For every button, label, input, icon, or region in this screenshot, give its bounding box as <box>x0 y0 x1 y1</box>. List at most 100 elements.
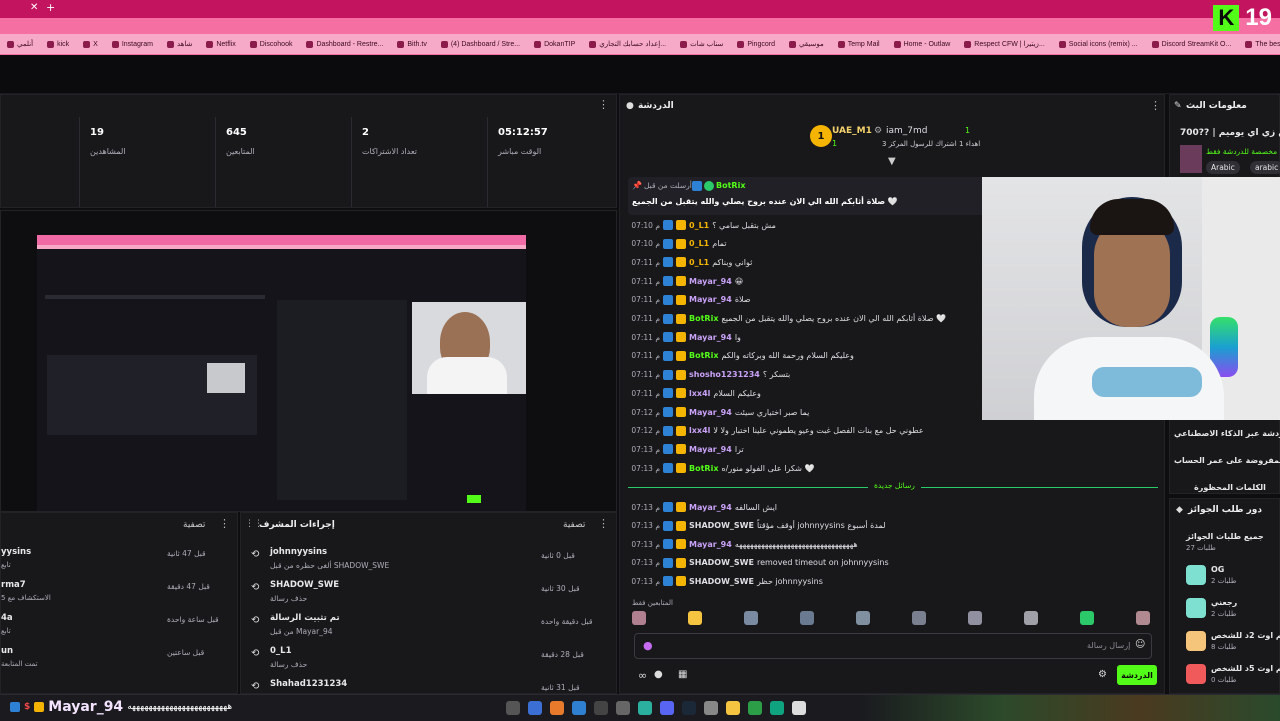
message-username[interactable]: 0_L1 <box>689 221 709 230</box>
chat-send-button[interactable]: الدردشة <box>1117 665 1157 685</box>
bookmark-item[interactable]: The best streaming... <box>1238 40 1280 48</box>
bookmark-item[interactable]: شاهد <box>160 40 199 48</box>
message-username[interactable]: Mayar_94 <box>689 408 732 417</box>
new-tab-icon[interactable]: + <box>46 1 55 14</box>
chat-input[interactable]: ● إرسال رسالة ☺ <box>634 633 1152 659</box>
feed-user[interactable]: 4a <box>1 613 13 623</box>
message-username[interactable]: SHADOW_SWE <box>689 558 754 567</box>
mod-action-user[interactable]: SHADOW_SWE <box>270 580 339 590</box>
message-username[interactable]: BotRix <box>689 351 718 360</box>
viewer-avatar[interactable] <box>1080 611 1094 625</box>
shop-icon[interactable]: ▦ <box>678 669 687 680</box>
bookmark-item[interactable]: X <box>76 40 105 48</box>
message-username[interactable]: Mayar_94 <box>689 503 732 512</box>
message-username[interactable]: Mayar_94 <box>689 540 732 549</box>
app-icon[interactable] <box>550 701 564 715</box>
viewer-avatar[interactable] <box>1024 611 1038 625</box>
message-username[interactable]: Mayar_94 <box>689 295 732 304</box>
bookmark-item[interactable]: إعداد حسابك التجاري... <box>582 40 673 48</box>
viewer-avatar[interactable] <box>1136 611 1150 625</box>
tag-chip[interactable]: arabic <box>1250 161 1280 174</box>
message-username[interactable]: BotRix <box>689 464 718 473</box>
folder-icon[interactable] <box>726 701 740 715</box>
bookmark-item[interactable]: Respect CFW | زيتيرا... <box>957 40 1052 48</box>
viewer-avatar[interactable] <box>856 611 870 625</box>
message-username[interactable]: BotRix <box>689 314 718 323</box>
more-options-icon[interactable]: ⋮ <box>1150 99 1161 112</box>
message-username[interactable]: shosho1231234 <box>689 370 760 379</box>
app-icon[interactable] <box>638 701 652 715</box>
discord-icon[interactable] <box>660 701 674 715</box>
search-icon[interactable] <box>506 701 520 715</box>
grip-icon[interactable]: ⋮⋮ <box>245 519 263 529</box>
message-username[interactable]: lxx4l <box>689 426 710 435</box>
pinned-user[interactable]: BotRix <box>716 181 745 190</box>
viewer-avatar[interactable] <box>968 611 982 625</box>
more-options-icon[interactable]: ⋮ <box>219 517 230 530</box>
bookmark-item[interactable]: موسيقي <box>782 40 831 48</box>
app-icon[interactable] <box>748 701 762 715</box>
more-options-icon[interactable]: ⋮ <box>598 517 609 530</box>
vscode-icon[interactable] <box>572 701 586 715</box>
users-icon[interactable]: ● <box>654 669 663 680</box>
bookmark-item[interactable]: Social icons (remix) ... <box>1052 40 1145 48</box>
steam-icon[interactable] <box>682 701 696 715</box>
bookmark-item[interactable]: DokanTIP <box>527 40 582 48</box>
reward-name[interactable]: تكلم اوت 5د للشخص <box>1211 664 1280 673</box>
bookmark-item[interactable]: سناب شات <box>673 40 730 48</box>
feed-user[interactable]: un <box>1 646 13 656</box>
bookmark-item[interactable]: Discord StreamKit O... <box>1145 40 1239 48</box>
bookmark-item[interactable]: Instagram <box>105 40 160 48</box>
bookmark-item[interactable]: (4) Dashboard / Stre... <box>434 40 527 48</box>
message-username[interactable]: 0_L1 <box>689 239 709 248</box>
more-options-icon[interactable]: ⋮ <box>598 98 609 111</box>
bookmark-item[interactable]: Home - Outlaw <box>887 40 958 48</box>
top-leader-name[interactable]: UAE_M1 <box>832 126 872 136</box>
app-icon[interactable] <box>594 701 608 715</box>
emoji-icon[interactable]: ☺ <box>1135 639 1145 650</box>
app-icon[interactable] <box>704 701 718 715</box>
settings-gear-icon[interactable]: ⚙ <box>1098 669 1107 680</box>
message-username[interactable]: SHADOW_SWE <box>689 577 754 586</box>
bookmark-item[interactable]: Bith.tv <box>390 40 433 48</box>
message-username[interactable]: Mayar_94 <box>689 277 732 286</box>
mod-action-user[interactable]: Shahad1231234 <box>270 679 347 689</box>
filter-button[interactable]: تصفية <box>563 520 585 530</box>
message-username[interactable]: Mayar_94 <box>689 445 732 454</box>
bookmark-item[interactable]: Temp Mail <box>831 40 887 48</box>
feed-user[interactable]: yysins <box>1 547 31 557</box>
message-username[interactable]: lxx4l <box>689 389 710 398</box>
mic-icon[interactable]: ● <box>643 639 653 652</box>
message-username[interactable]: Mayar_94 <box>689 333 732 342</box>
viewer-avatar[interactable] <box>688 611 702 625</box>
viewer-avatar[interactable] <box>632 611 646 625</box>
settings-icon[interactable] <box>792 701 806 715</box>
viewer-avatar[interactable] <box>800 611 814 625</box>
mod-action-user[interactable]: تم تثبيت الرسالة <box>270 613 340 623</box>
tag-chip[interactable]: Arabic <box>1206 161 1240 174</box>
feed-user[interactable]: rma7 <box>1 580 26 590</box>
infinity-icon[interactable]: ∞ <box>638 669 647 682</box>
bookmark-item[interactable]: Discohook <box>243 40 300 48</box>
reward-name[interactable]: OG <box>1211 565 1224 574</box>
reward-name[interactable]: تكلم اوت 2د للشخص <box>1211 631 1280 640</box>
second-leader-name[interactable]: iam_7md <box>886 126 928 136</box>
viewer-avatar[interactable] <box>912 611 926 625</box>
edge-icon[interactable] <box>770 701 784 715</box>
reward-name[interactable]: رجعني <box>1211 598 1237 607</box>
bookmark-item[interactable]: Pingcord <box>730 40 782 48</box>
viewer-avatar[interactable] <box>744 611 758 625</box>
bookmark-item[interactable]: Dashboard - Restre... <box>299 40 390 48</box>
mod-action-user[interactable]: johnnyysins <box>270 547 327 557</box>
task-view-icon[interactable] <box>528 701 542 715</box>
filter-button[interactable]: تصفية <box>183 520 205 530</box>
bookmark-item[interactable]: أنلمي <box>0 40 40 48</box>
message-username[interactable]: SHADOW_SWE <box>689 521 754 530</box>
collapse-arrow-icon[interactable]: ▼ <box>888 156 896 167</box>
message-username[interactable]: 0_L1 <box>689 258 709 267</box>
bookmark-item[interactable]: Netflix <box>199 40 242 48</box>
bookmark-item[interactable]: kick <box>40 40 76 48</box>
mod-action-user[interactable]: 0_L1 <box>270 646 292 656</box>
close-tab-icon[interactable]: ✕ <box>30 2 38 13</box>
obs-icon[interactable] <box>616 701 630 715</box>
